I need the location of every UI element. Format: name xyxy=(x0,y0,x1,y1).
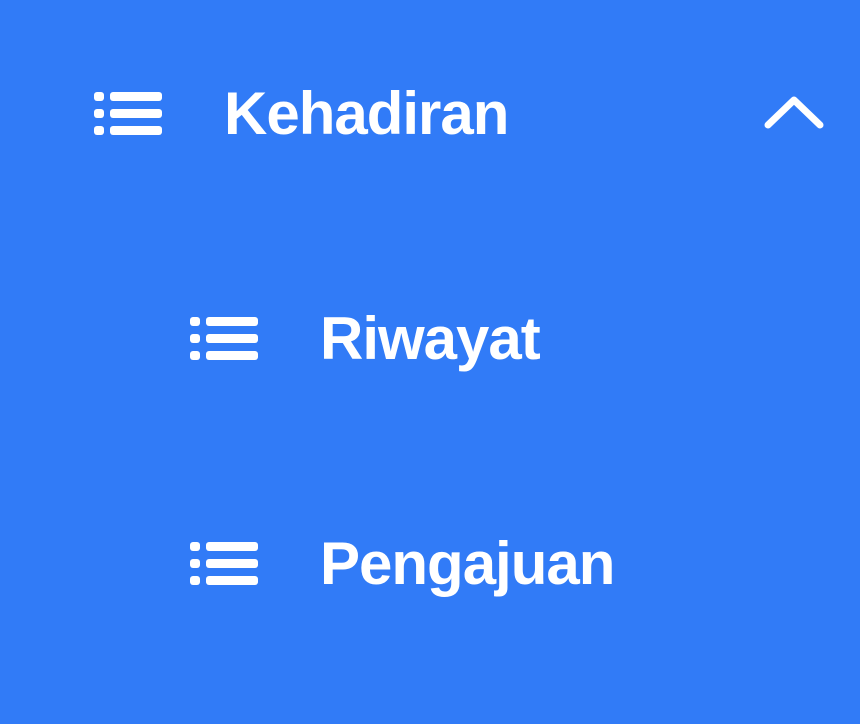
submenu-item-label: Pengajuan xyxy=(320,530,615,597)
chevron-up-icon[interactable] xyxy=(764,92,824,132)
submenu-item-riwayat[interactable]: Riwayat xyxy=(190,303,750,375)
submenu-item-label: Riwayat xyxy=(320,305,541,372)
submenu-item-pengajuan[interactable]: Pengajuan xyxy=(190,528,750,600)
menu-item-kehadiran[interactable]: Kehadiran xyxy=(94,78,824,150)
list-icon xyxy=(94,86,162,142)
list-icon xyxy=(190,311,258,367)
sidebar-menu: Kehadiran Riwayat Pengajuan xyxy=(0,0,860,724)
menu-item-label: Kehadiran xyxy=(224,80,509,147)
list-icon xyxy=(190,536,258,592)
